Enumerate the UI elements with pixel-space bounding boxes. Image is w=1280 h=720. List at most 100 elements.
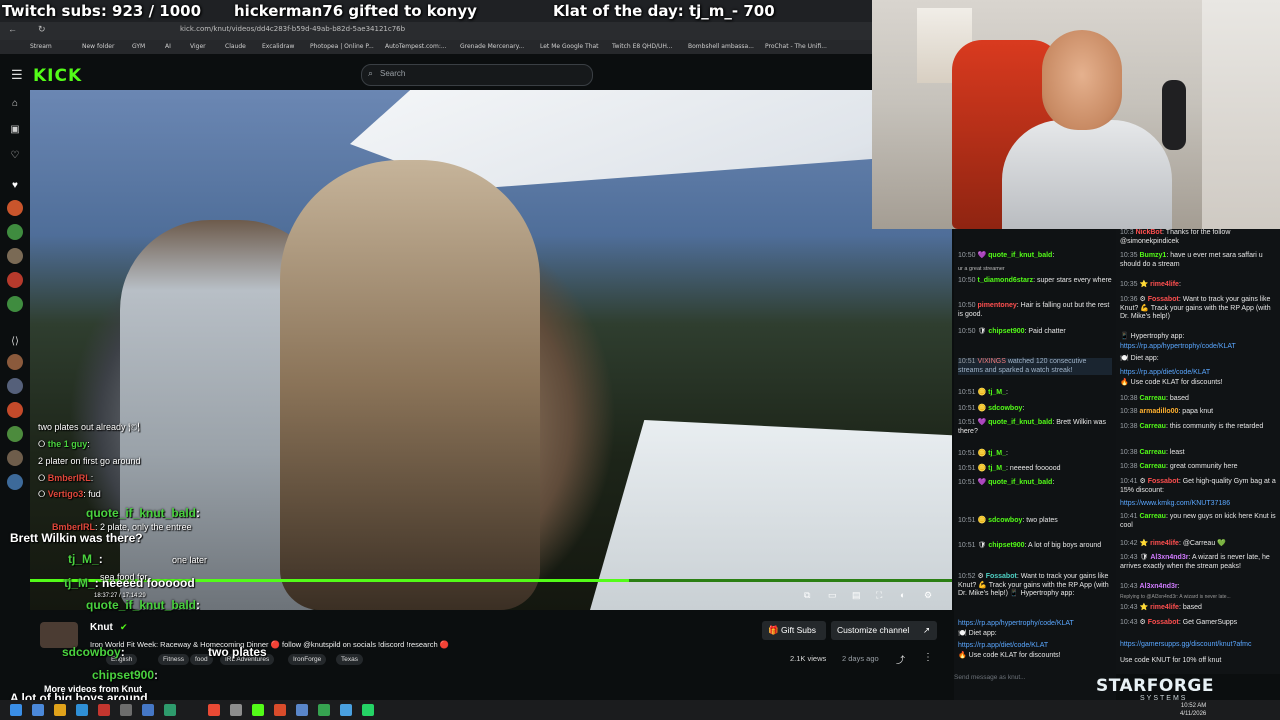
channel-avatar[interactable] xyxy=(7,224,23,240)
following-icon[interactable]: ♡ xyxy=(9,150,21,162)
taskbar-app-icon[interactable] xyxy=(76,704,88,716)
taskbar-app-icon[interactable] xyxy=(296,704,308,716)
bookmark-item[interactable]: Bombshell ambassa... xyxy=(688,43,754,50)
chat-line: 10:51 🪙 sdcowboy: two plates xyxy=(958,517,1058,524)
fullscreen-icon[interactable]: ⛶ xyxy=(876,590,882,601)
more-options-icon[interactable]: ⋮ xyxy=(923,652,933,663)
taskbar-app-icon[interactable] xyxy=(142,704,154,716)
overlay-chat-line: quote_if_knut_bald: xyxy=(86,506,201,520)
bookmark-item[interactable]: GYM xyxy=(132,43,145,50)
tag-chip[interactable]: IronForge xyxy=(288,654,327,665)
channel-avatar[interactable] xyxy=(7,248,23,264)
channel-avatar[interactable] xyxy=(7,200,23,216)
taskbar-app-icon[interactable] xyxy=(274,704,286,716)
bookmark-item[interactable]: Photopea | Online P... xyxy=(310,43,374,50)
taskbar-app-icon[interactable] xyxy=(98,704,110,716)
search-input[interactable]: ⌕ Search xyxy=(361,64,593,86)
favorites-icon[interactable]: ♥ xyxy=(9,180,21,192)
taskbar-app-icon[interactable] xyxy=(120,704,132,716)
chat-link[interactable]: https://rp.app/diet/code/KLAT xyxy=(958,642,1112,651)
start-icon[interactable] xyxy=(10,704,22,716)
chat-line: 10:35 Bumzy1: have u ever met sara saffa… xyxy=(1120,252,1263,268)
bookmark-item[interactable]: Claude xyxy=(225,43,246,50)
chat-line: 10:50 🛡 chipset900: Paid chatter xyxy=(958,328,1066,335)
overlay-chat-line: ⭘ BmberIRL: xyxy=(38,473,94,483)
reload-icon[interactable]: ↻ xyxy=(38,24,46,35)
chat-panel: ur a great streamer 10:50 💜 quote_if_knu… xyxy=(954,229,1116,700)
bookmark-item[interactable]: Let Me Google That xyxy=(540,43,599,50)
channel-avatar[interactable] xyxy=(7,272,23,288)
taskbar-app-icon[interactable] xyxy=(318,704,330,716)
chat-link[interactable]: https://rp.app/diet/code/KLAT xyxy=(1120,369,1276,378)
chat-link[interactable]: https://rp.app/hypertrophy/code/KLAT xyxy=(958,620,1112,629)
channel-avatar[interactable] xyxy=(7,426,23,442)
url-text[interactable]: kick.com/knut/videos/dd4c283f-b59d-49ab-… xyxy=(180,25,405,33)
bookmark-item[interactable]: Excalidraw xyxy=(262,43,294,50)
channel-avatar[interactable] xyxy=(7,378,23,394)
bookmark-item[interactable]: AutoTempest.com:... xyxy=(385,43,447,50)
chat-line: 🍽️ Diet app: xyxy=(1120,355,1159,362)
bookmark-item[interactable]: Twitch E8 QHD/UH... xyxy=(612,43,673,50)
gift-subs-button[interactable]: 🎁 Gift Subs xyxy=(762,621,826,640)
theater-icon[interactable]: ▭ xyxy=(828,590,837,601)
webcam-feed xyxy=(872,0,1280,229)
customize-channel-button[interactable]: Customize channel ↗ xyxy=(831,621,937,640)
taskbar-app-icon[interactable] xyxy=(164,704,176,716)
taskbar xyxy=(0,700,1280,720)
taskbar-app-icon[interactable] xyxy=(340,704,352,716)
pip-icon[interactable]: ▤ xyxy=(852,590,861,601)
left-sidebar: ⌂ ▣ ♡ ♥ ⟨⟩ xyxy=(0,90,30,710)
kick-logo[interactable]: KICK xyxy=(33,66,82,86)
video-player[interactable] xyxy=(30,90,952,610)
bookmark-item[interactable]: AI xyxy=(165,43,171,50)
share-icon[interactable]: ⤴ xyxy=(896,653,905,666)
menu-icon[interactable]: ☰ xyxy=(11,67,23,83)
overlay-chat-line: ⭘ Vertigo3: fud xyxy=(38,489,101,499)
chat-link[interactable]: https://www.kmkg.com/KNUT37186 xyxy=(1120,500,1276,509)
overlay-chat-line: chipset900: xyxy=(92,668,159,682)
bookmark-item[interactable]: Grenade Mercenary... xyxy=(460,43,524,50)
chat-line: 10:51 🪙 tj_M_: neeeed foooood xyxy=(958,465,1061,472)
kick-icon[interactable] xyxy=(252,704,264,716)
chat-link[interactable]: https://gamersupps.gg/discount/knut?afmc xyxy=(1120,641,1276,650)
taskbar-app-icon[interactable] xyxy=(230,704,242,716)
overlay-chat-line: two plates xyxy=(208,645,267,659)
channel-name[interactable]: Knut xyxy=(90,622,113,633)
channel-avatar[interactable] xyxy=(7,354,23,370)
back-arrow-icon[interactable]: ← xyxy=(8,24,17,34)
bookmark-item[interactable]: Viger xyxy=(190,43,206,50)
chat-line: 10:38 Carreau: based xyxy=(1120,395,1189,402)
whatsapp-icon[interactable] xyxy=(362,704,374,716)
bookmark-item[interactable]: ProChat - The Unifi... xyxy=(765,43,827,50)
chat-line: 📱 Hypertrophy app: xyxy=(1120,333,1185,340)
browse-icon[interactable]: ▣ xyxy=(9,124,21,136)
tag-chip[interactable]: Texas xyxy=(336,654,363,665)
chat-link[interactable]: https://rp.app/hypertrophy/code/KLAT xyxy=(1120,343,1276,352)
chat-panel-secondary: 10:3 NickBot: Thanks for the follow @sim… xyxy=(1116,229,1280,674)
taskbar-app-icon[interactable] xyxy=(54,704,66,716)
search-icon: ⌕ xyxy=(368,68,374,78)
settings-gear-icon[interactable]: ⚙ xyxy=(924,590,932,601)
chat-line: 🔥 Use code KLAT for discounts! xyxy=(958,652,1061,659)
clip-icon[interactable]: ⧉ xyxy=(804,590,810,601)
channel-avatar[interactable] xyxy=(7,474,23,490)
chat-input[interactable]: Send message as knut... xyxy=(954,674,1116,688)
system-clock[interactable]: 10:52 AM 4/11/2026 xyxy=(1180,702,1206,718)
chrome-icon[interactable] xyxy=(208,704,220,716)
taskbar-app-icon[interactable] xyxy=(32,704,44,716)
channel-avatar[interactable] xyxy=(7,296,23,312)
speed-icon[interactable]: ◐ xyxy=(900,590,905,600)
chat-line: 🍽️ Diet app: xyxy=(958,630,997,637)
channel-avatar[interactable] xyxy=(7,402,23,418)
tag-chip[interactable]: Fitness xyxy=(158,654,189,665)
recommended-icon[interactable]: ⟨⟩ xyxy=(9,336,21,348)
video-controls: ⧉ ▭ ▤ ⛶ ◐ ⚙ xyxy=(800,590,940,604)
home-icon[interactable]: ⌂ xyxy=(9,98,21,110)
channel-avatar[interactable] xyxy=(7,450,23,466)
browser-address-bar[interactable]: ← ↻ kick.com/knut/videos/dd4c283f-b59d-4… xyxy=(0,22,872,40)
bookmark-item[interactable]: New folder xyxy=(82,43,114,50)
bookmark-item[interactable]: Stream xyxy=(30,43,52,50)
chat-line: 10:42 ⭐ rime4life: @Carreau 💚 xyxy=(1120,540,1226,547)
microphone xyxy=(1162,80,1186,150)
chat-line: 10:51 💜 quote_if_knut_bald: Brett Wilkin… xyxy=(958,419,1107,435)
